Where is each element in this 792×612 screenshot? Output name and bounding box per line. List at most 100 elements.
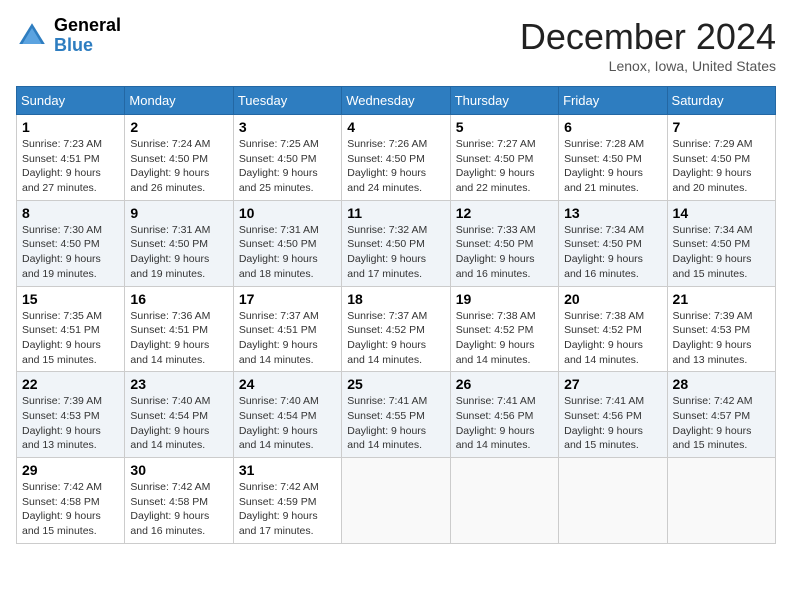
calendar-cell: 13 Sunrise: 7:34 AM Sunset: 4:50 PM Dayl…	[559, 200, 667, 286]
day-info: Sunrise: 7:41 AM Sunset: 4:56 PM Dayligh…	[456, 394, 553, 453]
weekday-header: Thursday	[450, 87, 558, 115]
day-number: 6	[564, 119, 661, 135]
day-number: 10	[239, 205, 336, 221]
calendar-cell: 9 Sunrise: 7:31 AM Sunset: 4:50 PM Dayli…	[125, 200, 233, 286]
day-number: 14	[673, 205, 770, 221]
calendar-cell: 2 Sunrise: 7:24 AM Sunset: 4:50 PM Dayli…	[125, 115, 233, 201]
calendar-cell: 25 Sunrise: 7:41 AM Sunset: 4:55 PM Dayl…	[342, 372, 450, 458]
logo-text: General Blue	[54, 16, 121, 56]
day-info: Sunrise: 7:30 AM Sunset: 4:50 PM Dayligh…	[22, 223, 119, 282]
day-info: Sunrise: 7:36 AM Sunset: 4:51 PM Dayligh…	[130, 309, 227, 368]
day-info: Sunrise: 7:31 AM Sunset: 4:50 PM Dayligh…	[130, 223, 227, 282]
day-info: Sunrise: 7:42 AM Sunset: 4:59 PM Dayligh…	[239, 480, 336, 539]
day-info: Sunrise: 7:42 AM Sunset: 4:58 PM Dayligh…	[130, 480, 227, 539]
calendar-cell: 3 Sunrise: 7:25 AM Sunset: 4:50 PM Dayli…	[233, 115, 341, 201]
calendar-cell: 12 Sunrise: 7:33 AM Sunset: 4:50 PM Dayl…	[450, 200, 558, 286]
calendar-cell: 17 Sunrise: 7:37 AM Sunset: 4:51 PM Dayl…	[233, 286, 341, 372]
day-info: Sunrise: 7:37 AM Sunset: 4:51 PM Dayligh…	[239, 309, 336, 368]
day-info: Sunrise: 7:34 AM Sunset: 4:50 PM Dayligh…	[564, 223, 661, 282]
day-number: 19	[456, 291, 553, 307]
day-number: 16	[130, 291, 227, 307]
weekday-header: Tuesday	[233, 87, 341, 115]
day-info: Sunrise: 7:38 AM Sunset: 4:52 PM Dayligh…	[564, 309, 661, 368]
calendar-cell: 11 Sunrise: 7:32 AM Sunset: 4:50 PM Dayl…	[342, 200, 450, 286]
calendar-cell	[450, 458, 558, 544]
day-info: Sunrise: 7:34 AM Sunset: 4:50 PM Dayligh…	[673, 223, 770, 282]
day-info: Sunrise: 7:33 AM Sunset: 4:50 PM Dayligh…	[456, 223, 553, 282]
calendar-cell: 29 Sunrise: 7:42 AM Sunset: 4:58 PM Dayl…	[17, 458, 125, 544]
day-info: Sunrise: 7:26 AM Sunset: 4:50 PM Dayligh…	[347, 137, 444, 196]
day-info: Sunrise: 7:40 AM Sunset: 4:54 PM Dayligh…	[239, 394, 336, 453]
day-info: Sunrise: 7:41 AM Sunset: 4:56 PM Dayligh…	[564, 394, 661, 453]
day-info: Sunrise: 7:23 AM Sunset: 4:51 PM Dayligh…	[22, 137, 119, 196]
calendar-cell	[667, 458, 775, 544]
day-number: 22	[22, 376, 119, 392]
day-number: 30	[130, 462, 227, 478]
location: Lenox, Iowa, United States	[520, 58, 776, 74]
day-number: 7	[673, 119, 770, 135]
day-number: 24	[239, 376, 336, 392]
calendar-cell: 15 Sunrise: 7:35 AM Sunset: 4:51 PM Dayl…	[17, 286, 125, 372]
day-info: Sunrise: 7:28 AM Sunset: 4:50 PM Dayligh…	[564, 137, 661, 196]
calendar-cell: 30 Sunrise: 7:42 AM Sunset: 4:58 PM Dayl…	[125, 458, 233, 544]
day-number: 11	[347, 205, 444, 221]
calendar-cell: 18 Sunrise: 7:37 AM Sunset: 4:52 PM Dayl…	[342, 286, 450, 372]
title-area: December 2024 Lenox, Iowa, United States	[520, 16, 776, 74]
weekday-header: Saturday	[667, 87, 775, 115]
day-number: 2	[130, 119, 227, 135]
logo: General Blue	[16, 16, 121, 56]
day-number: 15	[22, 291, 119, 307]
weekday-header: Monday	[125, 87, 233, 115]
calendar-cell: 27 Sunrise: 7:41 AM Sunset: 4:56 PM Dayl…	[559, 372, 667, 458]
calendar-cell: 4 Sunrise: 7:26 AM Sunset: 4:50 PM Dayli…	[342, 115, 450, 201]
calendar-cell	[342, 458, 450, 544]
day-info: Sunrise: 7:35 AM Sunset: 4:51 PM Dayligh…	[22, 309, 119, 368]
calendar-cell: 8 Sunrise: 7:30 AM Sunset: 4:50 PM Dayli…	[17, 200, 125, 286]
day-number: 18	[347, 291, 444, 307]
day-number: 17	[239, 291, 336, 307]
day-info: Sunrise: 7:38 AM Sunset: 4:52 PM Dayligh…	[456, 309, 553, 368]
day-info: Sunrise: 7:27 AM Sunset: 4:50 PM Dayligh…	[456, 137, 553, 196]
logo-icon	[16, 20, 48, 52]
weekday-header: Friday	[559, 87, 667, 115]
calendar-cell: 5 Sunrise: 7:27 AM Sunset: 4:50 PM Dayli…	[450, 115, 558, 201]
day-info: Sunrise: 7:39 AM Sunset: 4:53 PM Dayligh…	[673, 309, 770, 368]
day-number: 28	[673, 376, 770, 392]
calendar-cell: 7 Sunrise: 7:29 AM Sunset: 4:50 PM Dayli…	[667, 115, 775, 201]
weekday-header: Sunday	[17, 87, 125, 115]
day-number: 13	[564, 205, 661, 221]
day-info: Sunrise: 7:42 AM Sunset: 4:58 PM Dayligh…	[22, 480, 119, 539]
day-number: 25	[347, 376, 444, 392]
day-info: Sunrise: 7:29 AM Sunset: 4:50 PM Dayligh…	[673, 137, 770, 196]
day-number: 23	[130, 376, 227, 392]
day-number: 4	[347, 119, 444, 135]
day-info: Sunrise: 7:41 AM Sunset: 4:55 PM Dayligh…	[347, 394, 444, 453]
calendar-cell: 21 Sunrise: 7:39 AM Sunset: 4:53 PM Dayl…	[667, 286, 775, 372]
day-number: 31	[239, 462, 336, 478]
page-header: General Blue December 2024 Lenox, Iowa, …	[16, 16, 776, 74]
day-info: Sunrise: 7:42 AM Sunset: 4:57 PM Dayligh…	[673, 394, 770, 453]
day-info: Sunrise: 7:37 AM Sunset: 4:52 PM Dayligh…	[347, 309, 444, 368]
day-info: Sunrise: 7:31 AM Sunset: 4:50 PM Dayligh…	[239, 223, 336, 282]
calendar-cell: 1 Sunrise: 7:23 AM Sunset: 4:51 PM Dayli…	[17, 115, 125, 201]
day-number: 20	[564, 291, 661, 307]
calendar-cell: 28 Sunrise: 7:42 AM Sunset: 4:57 PM Dayl…	[667, 372, 775, 458]
month-title: December 2024	[520, 16, 776, 58]
day-number: 21	[673, 291, 770, 307]
day-info: Sunrise: 7:40 AM Sunset: 4:54 PM Dayligh…	[130, 394, 227, 453]
calendar-cell: 22 Sunrise: 7:39 AM Sunset: 4:53 PM Dayl…	[17, 372, 125, 458]
calendar-cell: 19 Sunrise: 7:38 AM Sunset: 4:52 PM Dayl…	[450, 286, 558, 372]
calendar-cell: 16 Sunrise: 7:36 AM Sunset: 4:51 PM Dayl…	[125, 286, 233, 372]
day-number: 27	[564, 376, 661, 392]
calendar-cell: 10 Sunrise: 7:31 AM Sunset: 4:50 PM Dayl…	[233, 200, 341, 286]
day-info: Sunrise: 7:32 AM Sunset: 4:50 PM Dayligh…	[347, 223, 444, 282]
day-info: Sunrise: 7:24 AM Sunset: 4:50 PM Dayligh…	[130, 137, 227, 196]
calendar-cell: 23 Sunrise: 7:40 AM Sunset: 4:54 PM Dayl…	[125, 372, 233, 458]
day-number: 9	[130, 205, 227, 221]
calendar-cell: 26 Sunrise: 7:41 AM Sunset: 4:56 PM Dayl…	[450, 372, 558, 458]
weekday-header: Wednesday	[342, 87, 450, 115]
day-number: 5	[456, 119, 553, 135]
calendar-cell	[559, 458, 667, 544]
calendar-cell: 31 Sunrise: 7:42 AM Sunset: 4:59 PM Dayl…	[233, 458, 341, 544]
day-number: 3	[239, 119, 336, 135]
